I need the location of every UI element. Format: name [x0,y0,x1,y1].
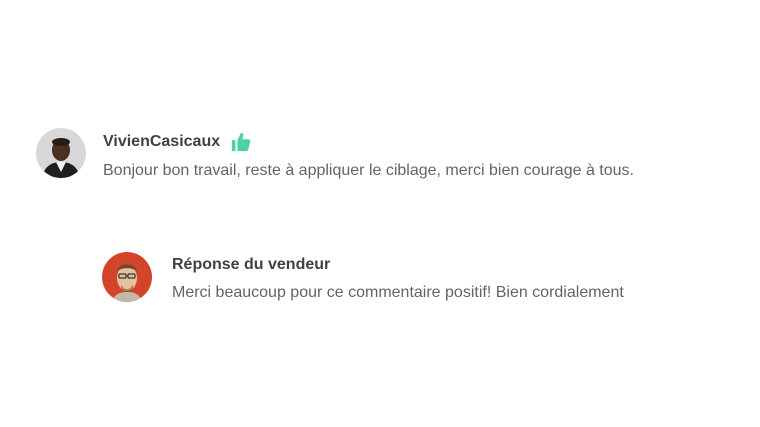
seller-avatar [102,252,152,302]
seller-reply-title: Réponse du vendeur [172,256,331,273]
reviewer-avatar[interactable] [36,128,86,178]
seller-reply-text: Merci beaucoup pour ce commentaire posit… [172,284,624,301]
review-comment: Bonjour bon travail, reste à appliquer l… [103,162,634,179]
thumbs-up-icon [230,131,252,153]
reviewer-username[interactable]: VivienCasicaux [103,133,220,151]
